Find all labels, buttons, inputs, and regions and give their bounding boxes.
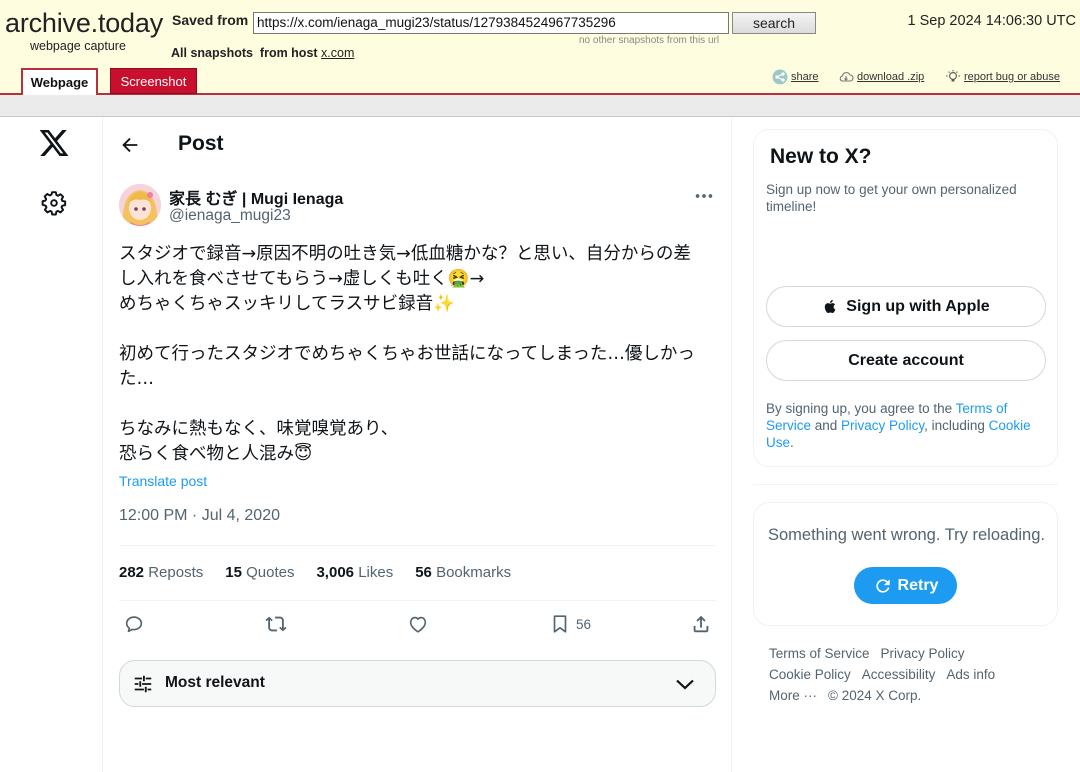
- share-label: share: [791, 71, 819, 83]
- sign-up-apple-button[interactable]: Sign up with Apple: [766, 286, 1046, 327]
- capture-timestamp: 1 Sep 2024 14:06:30 UTC: [907, 13, 1076, 29]
- post-stats: 282 Reposts 15 Quotes 3,006 Likes 56 Boo…: [119, 564, 511, 581]
- signup-title: New to X?: [770, 145, 872, 168]
- repost-button[interactable]: [265, 613, 287, 635]
- sliders-icon: [134, 675, 152, 693]
- report-label: report bug or abuse: [964, 71, 1061, 83]
- archive-brand[interactable]: archive.today: [5, 8, 163, 39]
- reply-sort-dropdown[interactable]: Most relevant: [119, 660, 716, 707]
- author-handle[interactable]: @ienaga_mugi23: [169, 207, 291, 225]
- tweet-line: 初めて行ったスタジオでめちゃくちゃお世話になってしまった…優しかっ: [119, 344, 695, 364]
- privacy-link[interactable]: Privacy Policy: [841, 418, 924, 433]
- tweet-line: 恐らく食べ物と人混み😇: [119, 444, 313, 464]
- footer-terms[interactable]: Terms of Service: [769, 646, 870, 661]
- cloud-download-icon: [839, 72, 854, 82]
- host-link[interactable]: x.com: [321, 46, 354, 60]
- tweet-text: スタジオで録音→原因不明の吐き気→低血糖かな？と思い、自分からの差 し入れを食べ…: [119, 242, 719, 467]
- x-logo-icon[interactable]: [38, 127, 70, 159]
- stat-quotes[interactable]: 15 Quotes: [225, 564, 294, 581]
- retry-button[interactable]: Retry: [854, 567, 957, 604]
- stat-likes[interactable]: 3,006 Likes: [316, 564, 393, 581]
- left-nav: [0, 117, 102, 772]
- share-link[interactable]: share: [772, 69, 819, 85]
- saved-from-label: Saved from: [172, 12, 249, 28]
- archive-divider-strip: [0, 95, 1080, 117]
- bookmark-count: 56: [576, 616, 592, 632]
- url-input[interactable]: https://x.com/ienaga_mugi23/status/12793…: [253, 12, 729, 34]
- reply-icon: [125, 616, 143, 633]
- host-line: All snapshots from host x.com: [171, 46, 354, 60]
- divider: [119, 600, 716, 601]
- tweet-line: し入れを食べさせてもらう→虚しくも吐く🤮→: [119, 269, 485, 289]
- refresh-icon: [875, 578, 890, 593]
- tab-screenshot[interactable]: Screenshot: [110, 68, 197, 94]
- tweet-line: スタジオで録音→原因不明の吐き気→低血糖かな？と思い、自分からの差: [119, 244, 691, 264]
- bookmark-icon: [553, 615, 567, 633]
- stat-bookmarks[interactable]: 56 Bookmarks: [415, 564, 511, 581]
- error-card: Something went wrong. Try reloading. Ret…: [753, 502, 1058, 626]
- bookmark-button[interactable]: 56: [549, 613, 591, 635]
- share-icon: [772, 69, 788, 85]
- tweet-line: [119, 317, 719, 342]
- avatar[interactable]: [119, 184, 161, 226]
- footer-links: Terms of Service Privacy Policy Cookie Po…: [769, 643, 1064, 706]
- footer-ads-info[interactable]: Ads info: [946, 667, 995, 682]
- footer-more[interactable]: More ···: [769, 688, 817, 703]
- like-button[interactable]: [407, 613, 429, 635]
- sort-label: Most relevant: [165, 674, 265, 691]
- back-arrow-icon[interactable]: [119, 134, 141, 156]
- archive-brand-subtitle: webpage capture: [30, 39, 126, 53]
- footer-copyright: © 2024 X Corp.: [828, 688, 922, 703]
- tweet-line: [119, 392, 719, 417]
- lightbulb-icon: [946, 70, 960, 82]
- signup-subtitle: Sign up now to get your own personalized…: [766, 182, 1017, 214]
- apple-icon: [825, 299, 836, 314]
- chevron-down-icon: [676, 679, 694, 690]
- tweet-line: た…: [119, 369, 154, 389]
- post-header: Post: [103, 117, 733, 172]
- archive-header: archive.today webpage capture Saved from…: [0, 0, 1080, 96]
- repost-icon: [265, 616, 287, 632]
- gear-icon[interactable]: [41, 190, 67, 216]
- create-account-button[interactable]: Create account: [766, 340, 1046, 381]
- main-column: Post 家長 むぎ | Mugi Ienaga @ienaga_mugi23 …: [102, 117, 732, 772]
- right-sidebar: New to X? Sign up now to get your own pe…: [732, 117, 1080, 772]
- no-other-snapshots-note: no other snapshots from this url: [579, 35, 720, 46]
- signup-card: New to X? Sign up now to get your own pe…: [753, 129, 1058, 467]
- divider: [753, 484, 1058, 485]
- post-actions: 56: [119, 613, 716, 643]
- error-message: Something went wrong. Try reloading.: [768, 526, 1045, 544]
- stat-reposts[interactable]: 282 Reposts: [119, 564, 203, 581]
- all-snapshots-label: All snapshots: [171, 46, 253, 60]
- footer-privacy[interactable]: Privacy Policy: [881, 646, 965, 661]
- translate-post-link[interactable]: Translate post: [119, 473, 207, 489]
- download-label: download .zip: [857, 71, 925, 83]
- tweet-line: めちゃくちゃスッキリしてラスサビ録音✨: [119, 294, 455, 314]
- search-button[interactable]: search: [732, 12, 816, 34]
- author-name[interactable]: 家長 むぎ | Mugi Ienaga: [169, 185, 343, 209]
- share-upload-icon: [693, 615, 709, 633]
- footer-accessibility[interactable]: Accessibility: [862, 667, 936, 682]
- reply-button[interactable]: [123, 613, 145, 635]
- tab-webpage[interactable]: Webpage: [21, 68, 98, 96]
- report-bug-link[interactable]: report bug or abuse: [945, 69, 1060, 85]
- footer-cookie[interactable]: Cookie Policy: [769, 667, 851, 682]
- apple-button-label: Sign up with Apple: [846, 297, 990, 315]
- post-timestamp[interactable]: 12:00 PM · Jul 4, 2020: [119, 507, 280, 525]
- avatar-image-icon: [119, 184, 161, 226]
- share-button[interactable]: [690, 613, 712, 635]
- signup-terms: By signing up, you agree to the Terms of…: [766, 401, 1031, 450]
- download-zip-link[interactable]: download .zip: [838, 69, 924, 85]
- more-options-icon[interactable]: [693, 185, 715, 207]
- retry-label: Retry: [897, 576, 939, 594]
- divider: [119, 545, 716, 546]
- heart-icon: [409, 616, 427, 633]
- page-title: Post: [178, 132, 224, 155]
- x-page: Post 家長 むぎ | Mugi Ienaga @ienaga_mugi23 …: [0, 117, 1080, 772]
- tweet-line: ちなみに熱もなく、味覚嗅覚あり、: [119, 419, 399, 439]
- from-host-label: from host: [259, 46, 318, 60]
